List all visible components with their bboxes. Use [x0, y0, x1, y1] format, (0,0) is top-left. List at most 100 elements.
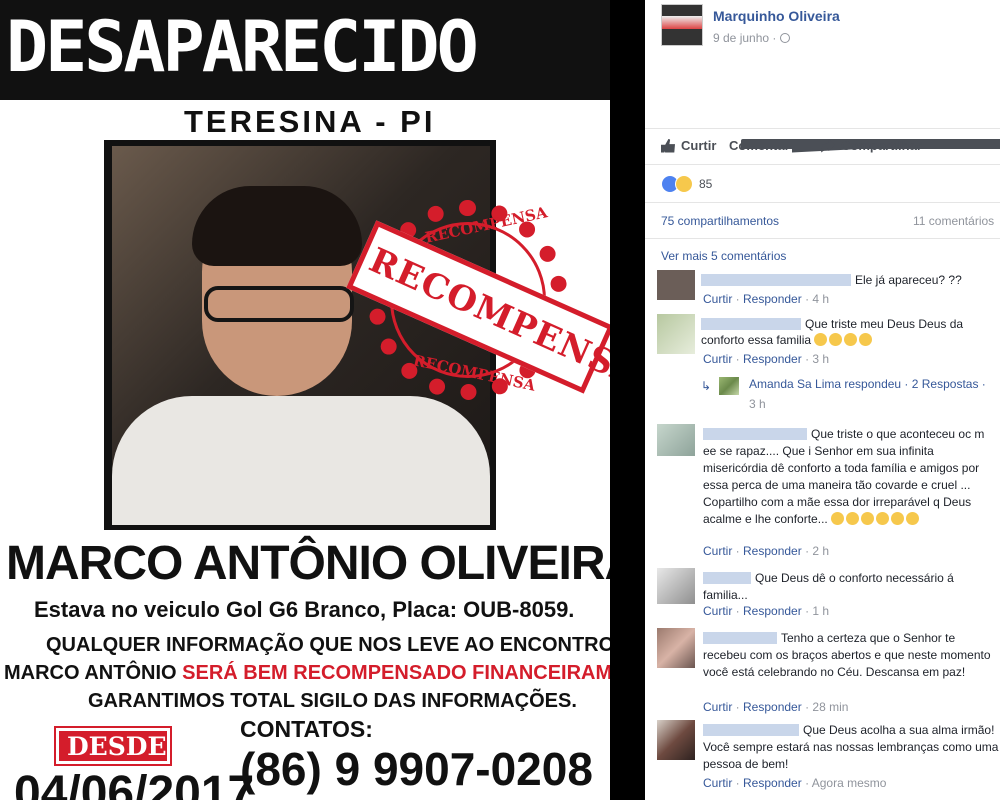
poster-headline: DESAPARECIDO	[6, 6, 479, 88]
comment-like-link[interactable]: Curtir	[703, 352, 732, 366]
divider	[645, 202, 1000, 203]
comment-reply-link[interactable]: Responder	[743, 544, 802, 558]
crying-emoji-icon	[859, 333, 873, 346]
reply-thread-text: Amanda Sa Lima respondeu · 2 Respostas ·…	[749, 377, 986, 411]
commenter-name[interactable]	[703, 724, 799, 736]
info-line-2: MARCO ANTÔNIO SERÁ BEM RECOMPENSADO FINA…	[4, 662, 610, 685]
commenter-name[interactable]	[703, 428, 807, 440]
comment-body: Ele já apareceu? ??	[855, 273, 962, 287]
comment-meta: Curtir · Responder · Agora mesmo	[703, 776, 887, 790]
replier-avatar	[719, 377, 739, 395]
reply-summary: Amanda Sa Lima respondeu · 2 Respostas	[749, 377, 979, 391]
comment-like-link[interactable]: Curtir	[703, 292, 732, 306]
commenter-avatar[interactable]	[657, 568, 695, 604]
vehicle-info: Estava no veiculo Gol G6 Branco, Placa: …	[34, 597, 575, 622]
comment-time[interactable]: 28 min	[812, 700, 848, 714]
commenter-avatar[interactable]	[657, 314, 695, 354]
since-badge: DESDE	[54, 726, 172, 766]
comment-time[interactable]: 2 h	[812, 544, 829, 558]
crying-emoji-icon	[846, 512, 860, 525]
comment-text: Que triste o que aconteceu oc m ee se ra…	[703, 426, 999, 528]
comment-body: Que triste o que aconteceu oc m ee se ra…	[703, 427, 985, 526]
reply-arrow-icon: ↳	[701, 379, 712, 393]
comment-time[interactable]: 4 h	[812, 292, 829, 306]
crying-emoji-icon	[844, 333, 858, 346]
reaction-count: 85	[699, 177, 713, 191]
post-actions: Curtir Comentar Compartilhar	[661, 138, 1000, 160]
sad-reaction-icon	[675, 175, 693, 193]
person-name: MARCO ANTÔNIO OLIVEIRA	[6, 537, 610, 590]
comments-count[interactable]: 11 comentários	[913, 214, 994, 228]
comment-text: Que Deus acolha a sua alma irmão! Você s…	[703, 722, 999, 773]
contact-phone: (86) 9 9907-0208	[240, 743, 593, 795]
thumbs-up-icon	[661, 138, 675, 153]
divider	[645, 128, 1000, 129]
info-line-2-name: MARCO ANTÔNIO	[4, 662, 177, 684]
comment-text: Ele já apareceu? ??	[701, 272, 997, 288]
comment-reply-link[interactable]: Responder	[743, 352, 802, 366]
contacts-label: CONTATOS:	[240, 716, 373, 742]
missing-date: 04/06/2017	[14, 767, 255, 800]
since-label: DESDE	[67, 732, 167, 761]
reply-time: 3 h	[749, 397, 766, 411]
commenter-avatar[interactable]	[657, 424, 695, 456]
info-line-1: QUALQUER INFORMAÇÃO QUE NOS LEVE AO ENCO…	[46, 634, 610, 656]
viewer-gutter	[610, 0, 645, 800]
crying-emoji-icon	[814, 333, 828, 346]
reward-stamp: RECOMPENSA RECOMPENSA RECOMPENSA	[346, 200, 610, 420]
comment-time[interactable]: Agora mesmo	[812, 776, 887, 790]
comment-reply-link[interactable]: Responder	[743, 604, 802, 618]
commenter-avatar[interactable]	[657, 720, 695, 760]
divider	[645, 164, 1000, 165]
comment-reply-link[interactable]: Responder	[743, 700, 802, 714]
divider	[645, 238, 1000, 239]
commenter-name[interactable]	[703, 572, 751, 584]
comment-like-link[interactable]: Curtir	[703, 544, 732, 558]
comment-text: Tenho a certeza que o Senhor te recebeu …	[703, 630, 999, 681]
post-side-panel: Marquinho Oliveira 9 de junho · Curtir C…	[645, 0, 1000, 800]
comment-time[interactable]: 1 h	[812, 604, 829, 618]
comment-time[interactable]: 3 h	[812, 352, 829, 366]
comment-like-link[interactable]: Curtir	[703, 604, 732, 618]
comment-meta: Curtir · Responder · 2 h	[703, 544, 830, 558]
comment-button[interactable]: Comentar	[729, 138, 1000, 153]
commenter-name[interactable]	[701, 274, 851, 286]
crying-emoji-icon	[831, 512, 845, 525]
commenter-avatar[interactable]	[657, 270, 695, 300]
commenter-avatar[interactable]	[657, 628, 695, 668]
author-name[interactable]: Marquinho Oliveira	[713, 8, 840, 24]
shares-link[interactable]: 75 compartilhamentos	[661, 214, 779, 228]
share-icon	[821, 138, 835, 153]
commenter-name[interactable]	[703, 632, 777, 644]
post-date-text[interactable]: 9 de junho	[713, 31, 769, 45]
commenter-name[interactable]	[701, 318, 801, 330]
like-label: Curtir	[681, 138, 717, 153]
poster-city: TERESINA - PI	[184, 104, 436, 139]
like-button[interactable]: Curtir	[661, 138, 716, 153]
comment-meta: Curtir · Responder · 28 min	[703, 700, 849, 714]
missing-person-poster: DESAPARECIDO TERESINA - PI RECOMPENSA RE…	[0, 0, 610, 800]
info-line-3: GARANTIMOS TOTAL SIGILO DAS INFORMAÇÕES.	[88, 690, 577, 712]
crying-emoji-icon	[861, 512, 875, 525]
comment-like-link[interactable]: Curtir	[703, 776, 732, 790]
globe-icon[interactable]	[780, 33, 791, 43]
poster-banner: DESAPARECIDO	[0, 0, 610, 100]
comment-meta: Curtir · Responder · 1 h	[703, 604, 830, 618]
share-label: Compartilhar	[841, 138, 922, 153]
comment-meta: Curtir · Responder · 4 h	[703, 292, 830, 306]
comment-meta: Curtir · Responder · 3 h	[703, 352, 830, 366]
view-more-comments[interactable]: Ver mais 5 comentários	[661, 249, 786, 263]
post-date: 9 de junho ·	[713, 31, 791, 45]
crying-emoji-icon	[876, 512, 890, 525]
share-button[interactable]: Compartilhar	[821, 138, 922, 153]
crying-emoji-icon	[891, 512, 905, 525]
comment-reply-link[interactable]: Responder	[743, 292, 802, 306]
crying-emoji-icon	[829, 333, 843, 346]
info-line-2-reward: SERÁ BEM RECOMPENSADO FINANCEIRAMENTE.	[182, 662, 610, 684]
comment-like-link[interactable]: Curtir	[703, 700, 732, 714]
comment-reply-link[interactable]: Responder	[743, 776, 802, 790]
comment-text: Que triste meu Deus Deus da conforto ess…	[701, 316, 997, 348]
reactions-summary[interactable]: 85	[661, 175, 712, 193]
comment-text: Que Deus dê o conforto necessário á fami…	[703, 570, 999, 604]
author-avatar[interactable]	[661, 4, 703, 46]
